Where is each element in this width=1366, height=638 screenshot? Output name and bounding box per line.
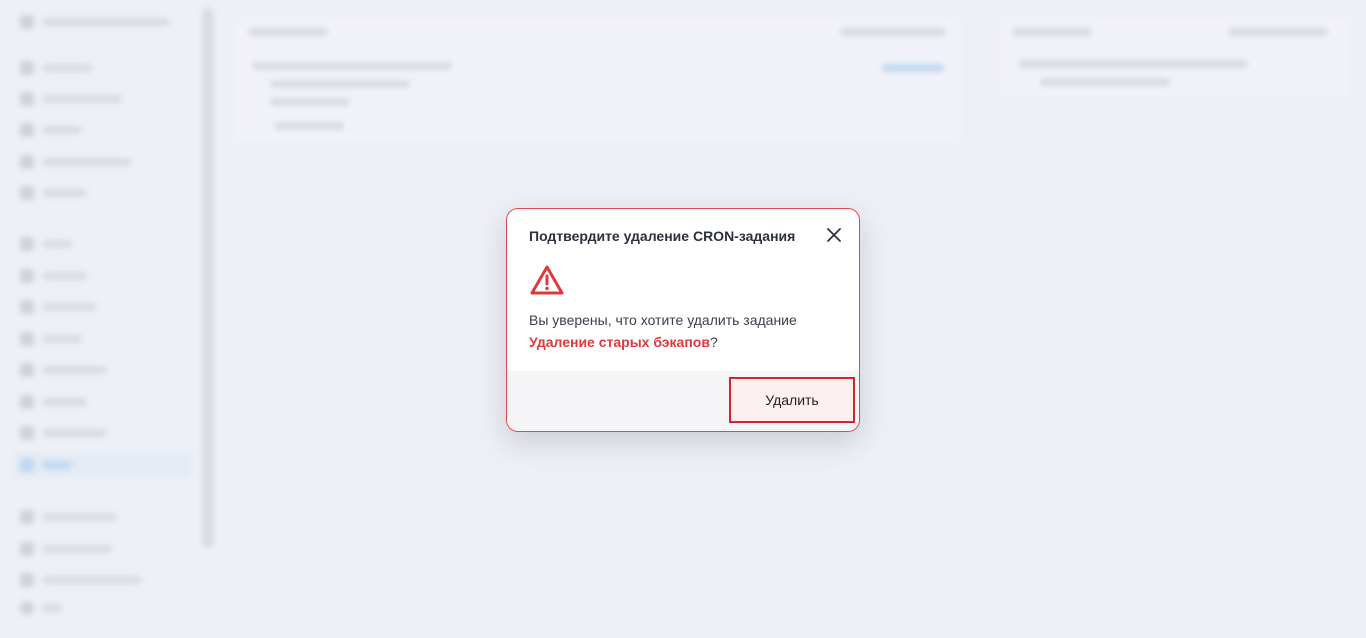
dialog-footer: Удалить	[507, 371, 859, 431]
dialog-title: Подтвердите удаление CRON-задания	[529, 228, 796, 244]
close-icon	[827, 228, 841, 242]
sidebar-item	[20, 541, 170, 557]
sidebar-item	[20, 509, 170, 525]
sidebar-item	[20, 60, 170, 76]
sidebar-footer	[20, 600, 170, 616]
sidebar-scrollbar	[202, 8, 214, 548]
sidebar	[0, 0, 200, 638]
sidebar-item	[20, 572, 170, 588]
sidebar-item	[20, 394, 170, 410]
message-text: Вы уверены, что хотите удалить задание	[529, 312, 797, 328]
sidebar-item	[20, 331, 170, 347]
app-window: Подтвердите удаление CRON-задания Вы уве…	[0, 0, 1366, 638]
sidebar-item	[20, 268, 170, 284]
sidebar-item	[20, 122, 170, 138]
sidebar-item	[20, 91, 170, 107]
message-suffix: ?	[709, 334, 718, 350]
sidebar-item-active	[14, 453, 192, 477]
sidebar-item	[20, 425, 170, 441]
warning-icon	[530, 265, 564, 295]
sidebar-item	[20, 154, 170, 170]
sidebar-item	[20, 362, 170, 378]
sidebar-search	[20, 14, 170, 30]
cron-jobs-panel	[236, 18, 962, 142]
dialog-message: Вы уверены, что хотите удалить задание Уд…	[529, 309, 839, 353]
close-button[interactable]	[823, 224, 845, 246]
side-panel	[1000, 18, 1350, 96]
delete-button[interactable]: Удалить	[729, 377, 855, 423]
sidebar-item	[20, 299, 170, 315]
job-name: Удаление старых бэкапов	[529, 334, 710, 350]
sidebar-item	[20, 236, 170, 252]
sidebar-item	[20, 185, 170, 201]
confirm-delete-dialog: Подтвердите удаление CRON-задания Вы уве…	[506, 208, 860, 432]
